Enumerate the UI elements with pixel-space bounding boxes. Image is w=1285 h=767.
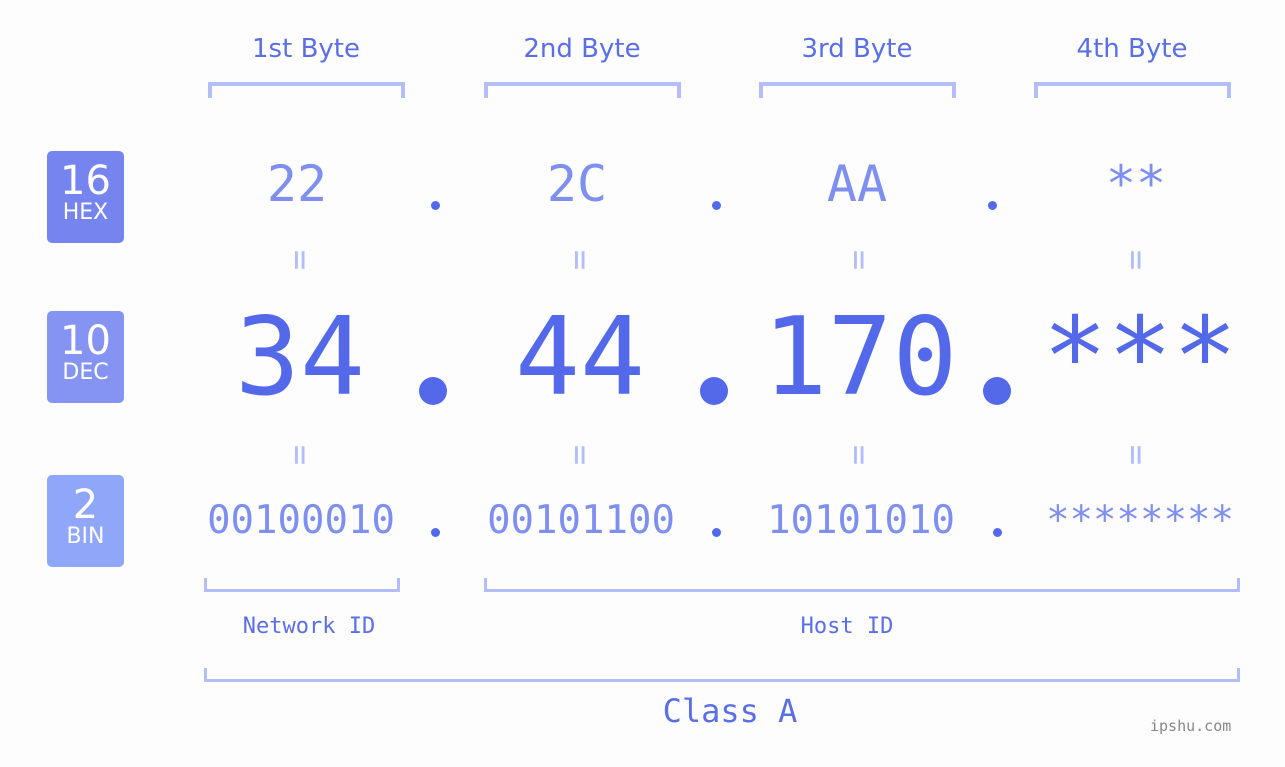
dec-separator-dot bbox=[419, 377, 447, 405]
hex-base-number: 16 bbox=[60, 158, 111, 204]
byte-bracket-3 bbox=[759, 82, 956, 98]
equals-sign: = bbox=[559, 444, 600, 466]
host-id-bracket bbox=[484, 578, 1240, 592]
byte-header-1: 1st Byte bbox=[252, 34, 360, 64]
equals-sign: = bbox=[838, 249, 879, 271]
hex-badge: 16 HEX bbox=[47, 151, 124, 243]
equals-sign: = bbox=[279, 444, 320, 466]
bin-byte-4: ******** bbox=[1046, 498, 1234, 543]
hex-byte-1: 22 bbox=[266, 155, 328, 213]
dec-badge: 10 DEC bbox=[47, 311, 124, 403]
bin-base-label: BIN bbox=[66, 524, 105, 549]
equals-sign: = bbox=[838, 444, 879, 466]
hex-separator-dot bbox=[431, 201, 440, 210]
byte-bracket-2 bbox=[484, 82, 681, 98]
bin-byte-1: 00100010 bbox=[207, 498, 395, 543]
dec-byte-1: 34 bbox=[234, 295, 366, 420]
hex-separator-dot bbox=[712, 201, 721, 210]
bin-separator-dot bbox=[712, 528, 721, 537]
class-label: Class A bbox=[662, 692, 798, 730]
byte-header-2: 2nd Byte bbox=[523, 34, 641, 64]
watermark: ipshu.com bbox=[1150, 717, 1232, 735]
equals-sign: = bbox=[1115, 444, 1156, 466]
bin-badge: 2 BIN bbox=[47, 475, 124, 567]
bin-separator-dot bbox=[993, 528, 1002, 537]
dec-byte-4: *** bbox=[1042, 295, 1238, 420]
byte-bracket-4 bbox=[1034, 82, 1231, 98]
bin-base-number: 2 bbox=[72, 482, 99, 528]
dec-base-number: 10 bbox=[60, 318, 111, 364]
bin-byte-2: 00101100 bbox=[487, 498, 675, 543]
dec-byte-2: 44 bbox=[514, 295, 646, 420]
bin-byte-3: 10101010 bbox=[767, 498, 955, 543]
byte-header-3: 3rd Byte bbox=[801, 34, 913, 64]
hex-byte-4: ** bbox=[1105, 155, 1167, 213]
dec-separator-dot bbox=[983, 377, 1011, 405]
network-id-label: Network ID bbox=[242, 614, 376, 639]
bin-separator-dot bbox=[431, 528, 440, 537]
equals-sign: = bbox=[1115, 249, 1156, 271]
class-bracket bbox=[204, 668, 1240, 682]
hex-separator-dot bbox=[988, 201, 997, 210]
network-id-bracket bbox=[204, 578, 400, 592]
dec-separator-dot bbox=[700, 377, 728, 405]
equals-sign: = bbox=[559, 249, 600, 271]
byte-bracket-1 bbox=[208, 82, 405, 98]
byte-header-4: 4th Byte bbox=[1076, 34, 1188, 64]
equals-sign: = bbox=[279, 249, 320, 271]
dec-base-label: DEC bbox=[62, 360, 109, 385]
hex-base-label: HEX bbox=[62, 200, 109, 225]
hex-byte-3: AA bbox=[826, 155, 888, 213]
hex-byte-2: 2C bbox=[546, 155, 608, 213]
host-id-label: Host ID bbox=[800, 614, 894, 639]
dec-byte-3: 170 bbox=[762, 295, 958, 420]
